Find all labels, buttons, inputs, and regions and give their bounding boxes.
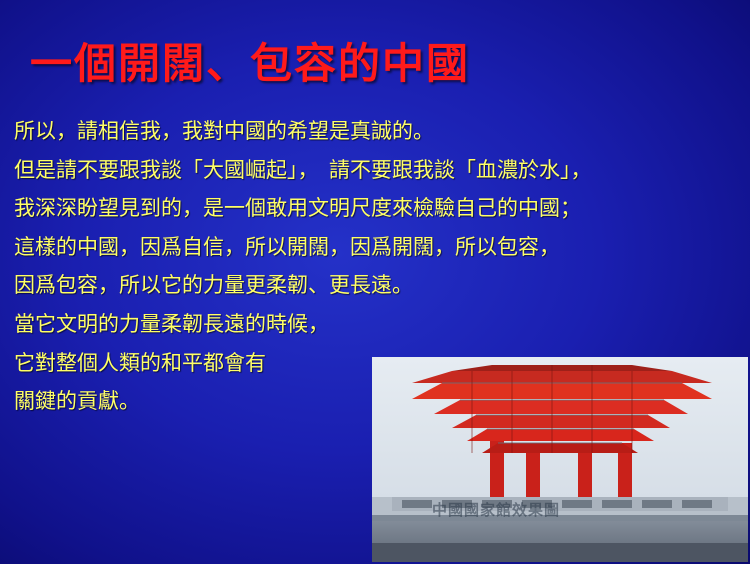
china-pavilion-photo: 中國國家館效果圖 <box>372 357 748 562</box>
pavilion-illustration <box>372 357 748 562</box>
body-line: 這樣的中國，因爲自信，所以開闊，因爲開闊，所以包容， <box>14 234 560 259</box>
photo-caption: 中國國家館效果圖 <box>432 501 561 519</box>
body-line: 因爲包容，所以它的力量更柔韌、更長遠。 <box>14 273 413 298</box>
slide-title: 一個開闊、包容的中國 <box>30 39 471 88</box>
body-line: 但是請不要跟我談「大國崛起」， 請不要跟我談「血濃於水」， <box>14 157 592 182</box>
body-line: 所以，請相信我，我對中國的希望是真誠的。 <box>14 119 434 143</box>
body-line: 當它文明的力量柔韌長遠的時候， <box>14 311 329 336</box>
body-line: 我深深盼望見到的，是一個敢用文明尺度來檢驗自己的中國； <box>14 196 581 221</box>
